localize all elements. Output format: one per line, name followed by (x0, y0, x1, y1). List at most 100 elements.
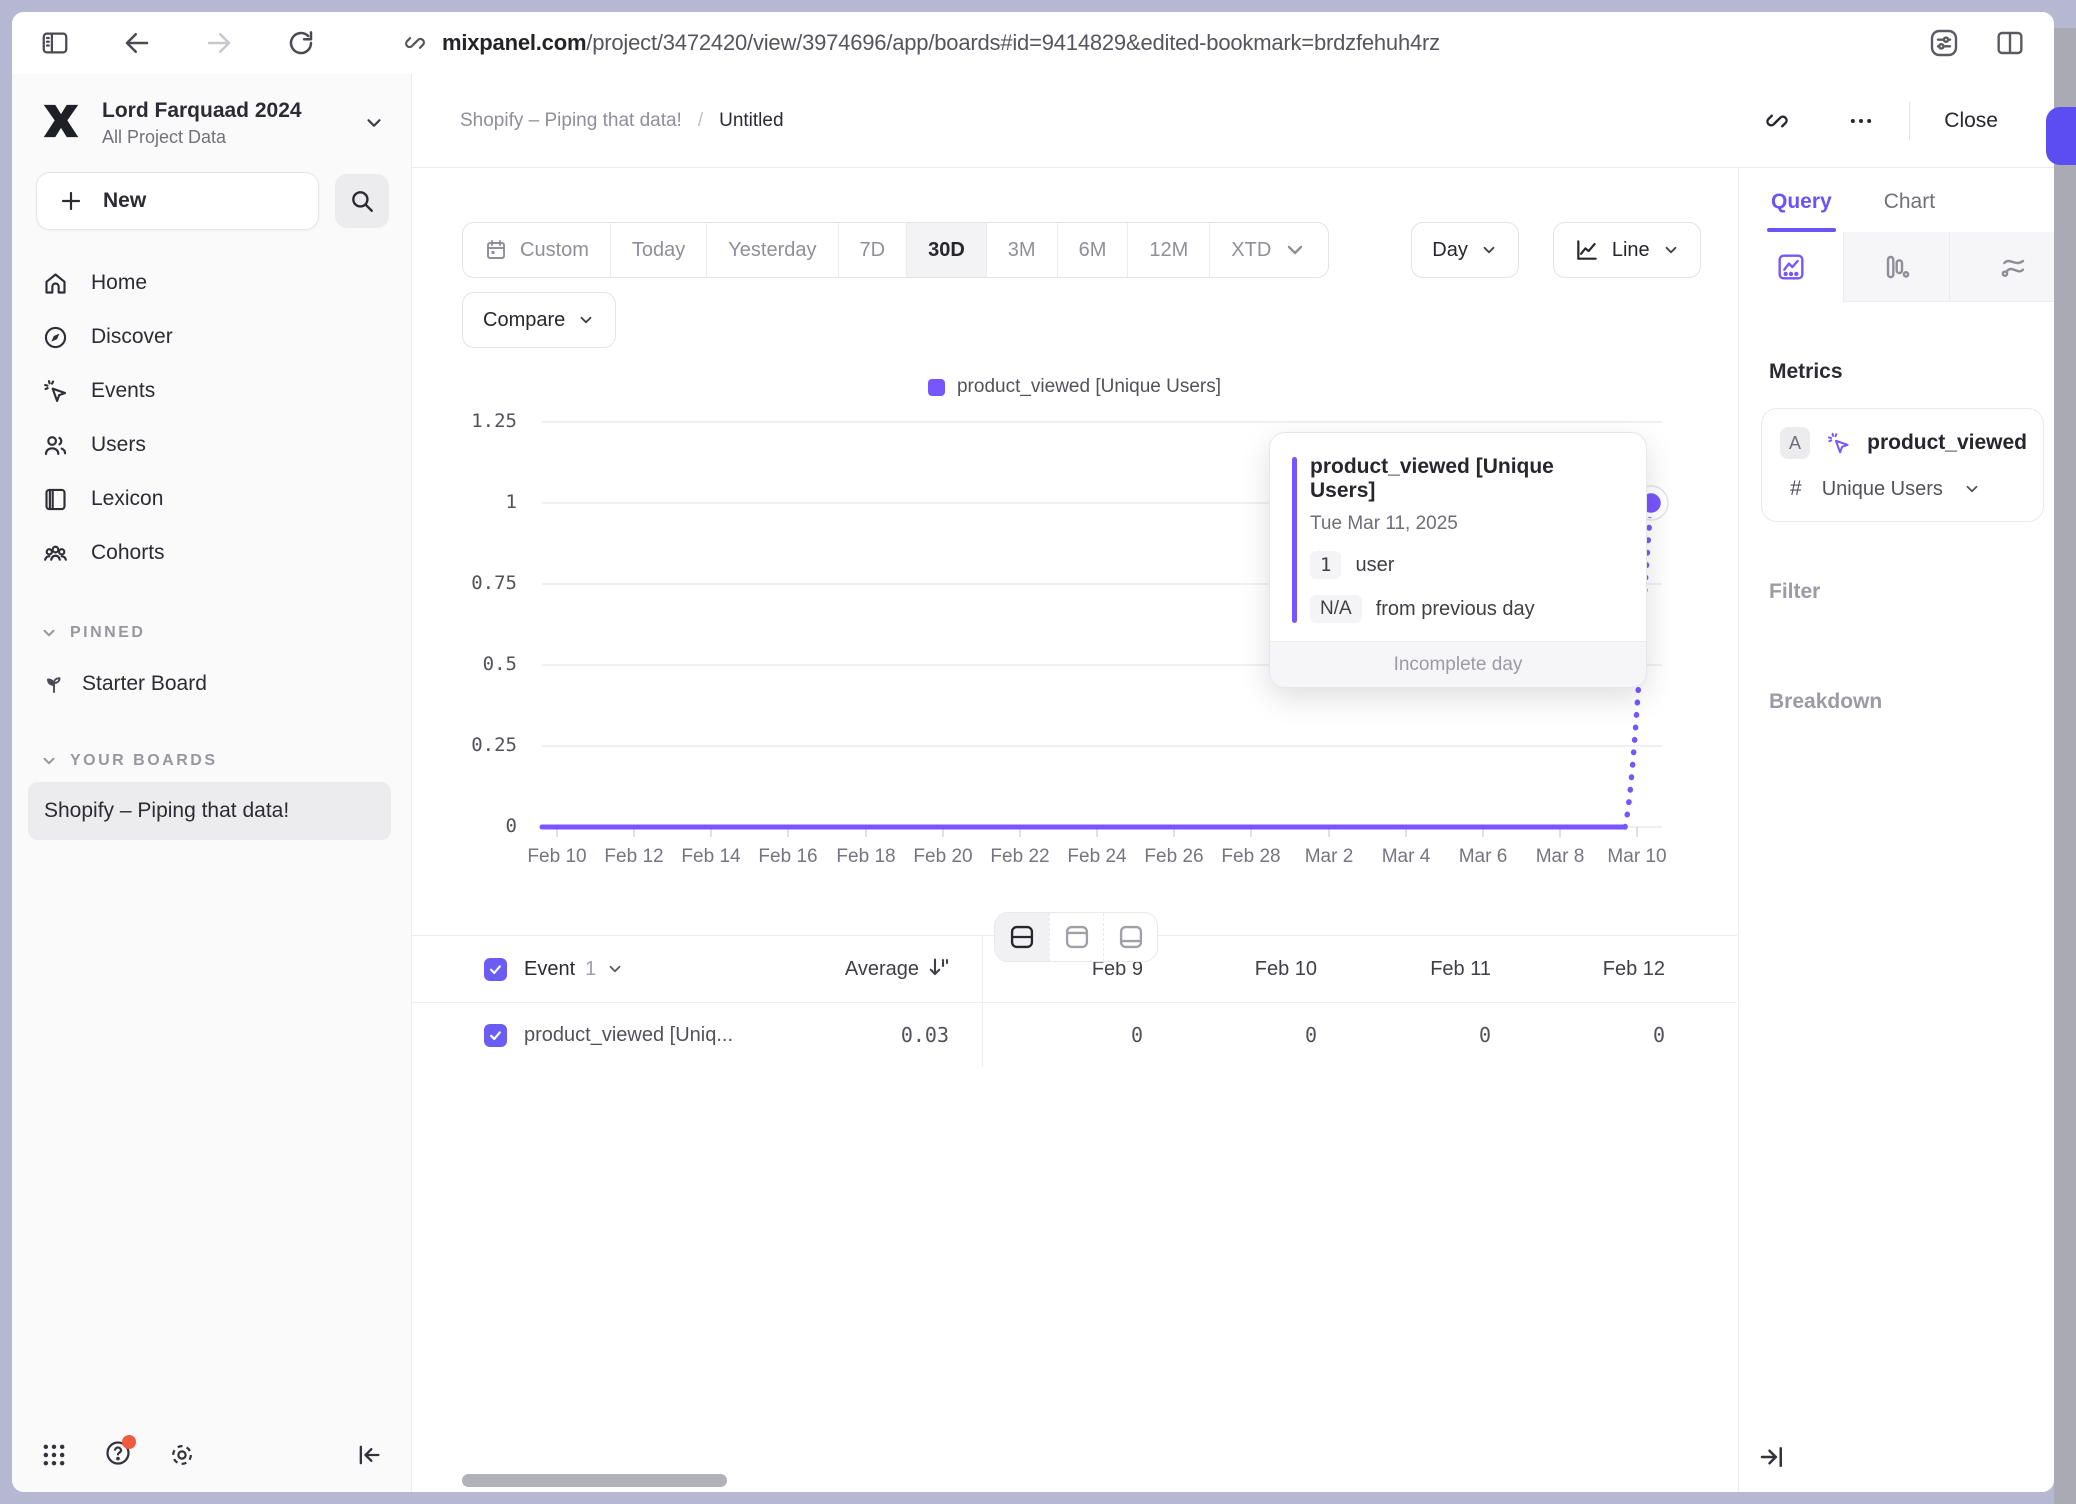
range-3m[interactable]: 3M (986, 223, 1057, 277)
sidebar-item-users[interactable]: Users (12, 418, 411, 472)
metric-aggregation-selector[interactable]: # Unique Users (1790, 477, 2027, 501)
sidebar-item-cohorts[interactable]: Cohorts (12, 526, 411, 580)
tab-chart[interactable]: Chart (1884, 190, 1935, 232)
funnels-type-button[interactable] (1843, 232, 1948, 302)
sprout-icon (42, 672, 66, 696)
board-label: Shopify – Piping that data! (44, 799, 289, 823)
breadcrumb-current[interactable]: Untitled (719, 110, 783, 132)
report-area: Custom Today Yesterday 7D 30D 3M 6M 12M (412, 168, 1738, 1492)
range-xtd[interactable]: XTD (1209, 223, 1328, 277)
close-button[interactable]: Close (1944, 109, 1998, 133)
sidebar-item-events[interactable]: Events (12, 364, 411, 418)
layout-table-only-button[interactable] (1103, 913, 1157, 961)
average-column-header[interactable]: Average (824, 958, 919, 981)
retention-type-button[interactable] (1949, 232, 2054, 302)
range-12m[interactable]: 12M (1127, 223, 1209, 277)
granularity-button[interactable]: Day (1411, 222, 1519, 278)
page-header: Shopify – Piping that data! / Untitled C… (412, 74, 2054, 168)
tooltip-footer: Incomplete day (1270, 641, 1646, 687)
chevron-down-icon (1963, 480, 1981, 498)
metrics-section-label: Metrics (1769, 360, 2054, 384)
gear-icon[interactable] (168, 1441, 196, 1469)
pinned-label: PINNED (70, 624, 145, 642)
insights-icon (1775, 251, 1807, 283)
range-label: Today (632, 239, 685, 262)
compass-icon (42, 324, 69, 351)
chart-type-button[interactable]: Line (1553, 222, 1701, 278)
insights-type-button[interactable] (1739, 232, 1843, 302)
event-count: 1 (585, 958, 596, 981)
url-text: mixpanel.com/project/3472420/view/397469… (442, 30, 1440, 56)
range-6m[interactable]: 6M (1057, 223, 1128, 277)
x-axis-tick: Feb 16 (743, 846, 833, 868)
row-checkbox[interactable] (484, 1024, 507, 1047)
browser-settings-icon[interactable] (1928, 27, 1960, 59)
sidebar-item-label: Discover (91, 325, 173, 349)
sidebar-item-lexicon[interactable]: Lexicon (12, 472, 411, 526)
filter-section-label[interactable]: Filter (1769, 580, 2054, 604)
range-7d[interactable]: 7D (838, 223, 907, 277)
tooltip-value-unit: user (1355, 554, 1394, 577)
your-boards-section-header[interactable]: YOUR BOARDS (12, 752, 411, 770)
workspace-subtitle: All Project Data (102, 127, 302, 148)
row-cell-value: 0 (1157, 1023, 1331, 1047)
funnel-bars-icon (1880, 251, 1912, 283)
chevron-down-icon (40, 624, 58, 642)
horizontal-scrollbar-thumb[interactable] (462, 1474, 727, 1487)
tooltip-title: product_viewed [Unique Users] (1310, 455, 1622, 503)
breadcrumb-board[interactable]: Shopify – Piping that data! (460, 110, 682, 132)
range-30d-active[interactable]: 30D (906, 223, 986, 277)
breakdown-section-label[interactable]: Breakdown (1769, 690, 2054, 714)
event-column-header[interactable]: Event 1 (524, 958, 824, 981)
layout-chart-only-button[interactable] (1049, 913, 1103, 961)
layout-split-button[interactable] (995, 913, 1049, 961)
url-path: /project/3472420/view/3974696/app/boards… (586, 30, 1440, 55)
workspace-switcher[interactable]: Lord Farquaad 2024 All Project Data (12, 74, 411, 148)
chevron-down-icon (1480, 241, 1498, 259)
back-icon[interactable] (122, 28, 152, 58)
apps-grid-icon[interactable] (40, 1441, 68, 1469)
sidebar-item-shopify-board[interactable]: Shopify – Piping that data! (28, 782, 391, 840)
sidebar-item-home[interactable]: Home (12, 256, 411, 310)
collapse-panel-icon[interactable] (1757, 1442, 1787, 1472)
url-domain: mixpanel.com (442, 30, 586, 55)
range-today[interactable]: Today (610, 223, 706, 277)
select-all-checkbox[interactable] (484, 958, 507, 981)
date-column-header[interactable]: Feb 12 (1505, 958, 1679, 981)
range-yesterday[interactable]: Yesterday (706, 223, 837, 277)
range-custom[interactable]: Custom (463, 223, 610, 277)
cursor-click-icon (42, 378, 69, 405)
sidebar-item-label: Events (91, 379, 155, 403)
collapse-sidebar-icon[interactable] (355, 1441, 383, 1469)
date-column-header[interactable]: Feb 11 (1331, 958, 1505, 981)
browser-toolbar: mixpanel.com/project/3472420/view/397469… (12, 12, 2054, 74)
date-column-header[interactable]: Feb 10 (1157, 958, 1331, 981)
pinned-section-header[interactable]: PINNED (12, 624, 411, 642)
sidebar-toggle-icon[interactable] (40, 28, 70, 58)
save-button-partial[interactable] (2046, 107, 2076, 165)
sort-icon[interactable] (927, 955, 959, 984)
chevron-down-icon (363, 112, 385, 134)
address-bar[interactable]: mixpanel.com/project/3472420/view/397469… (402, 30, 1908, 56)
forward-icon[interactable] (204, 28, 234, 58)
sidebar-item-label: Home (91, 271, 147, 295)
more-options-icon[interactable] (1847, 107, 1875, 135)
sidebar: Lord Farquaad 2024 All Project Data New (12, 74, 412, 1492)
line-chart-icon (1574, 237, 1600, 263)
sidebar-item-label: Cohorts (91, 541, 165, 565)
split-view-icon[interactable] (1994, 27, 2026, 59)
copy-link-icon[interactable] (1763, 107, 1791, 135)
reload-icon[interactable] (286, 28, 316, 58)
row-event-name[interactable]: product_viewed [Uniq... (524, 1024, 824, 1047)
new-button[interactable]: New (36, 172, 319, 230)
compare-button[interactable]: Compare (462, 292, 616, 348)
row-average-value: 0.03 (824, 1023, 949, 1047)
sidebar-item-discover[interactable]: Discover (12, 310, 411, 364)
cohorts-icon (42, 540, 69, 567)
sidebar-item-starter-board[interactable]: Starter Board (12, 656, 411, 712)
search-button[interactable] (335, 174, 389, 228)
metric-card[interactable]: A product_viewed # Unique Users (1761, 408, 2044, 522)
row-cell-value: 0 (1505, 1023, 1679, 1047)
tab-query[interactable]: Query (1771, 190, 1832, 232)
compare-label: Compare (483, 309, 565, 332)
